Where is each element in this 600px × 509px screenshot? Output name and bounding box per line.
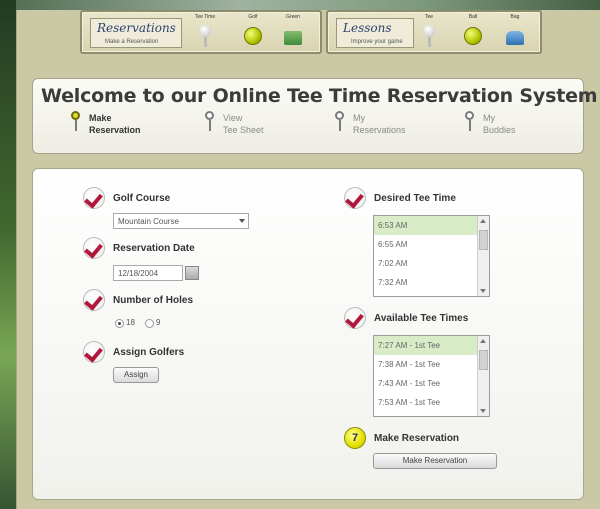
holes-9-label: 9 (156, 318, 161, 327)
golf-ball-icon (244, 27, 262, 45)
checkmark-icon (83, 237, 105, 259)
list-item[interactable]: 7:32 AM (374, 273, 489, 292)
pin-icon (465, 111, 475, 131)
top-icon-caption: Bag (510, 14, 520, 20)
bag-nav-icon[interactable]: Bag (502, 14, 528, 52)
make-reservation-button[interactable]: Make Reservation (373, 453, 497, 469)
reservations-logo[interactable]: Reservations Make a Reservation (90, 18, 182, 48)
lessons-logo-subtitle: Improve your game (351, 39, 403, 45)
available-tee-times-label: Available Tee Times (374, 313, 469, 324)
tee-nav-icon[interactable]: Tee (416, 14, 442, 52)
checkmark-icon (83, 187, 105, 209)
list-item[interactable]: 7:53 AM - 1st Tee (374, 393, 489, 412)
list-item[interactable]: 7:43 AM - 1st Tee (374, 374, 489, 393)
golf-bag-icon (506, 31, 524, 45)
pin-icon (205, 111, 215, 131)
reservation-date-field[interactable]: 12/18/2004 (113, 265, 183, 281)
scroll-up-icon[interactable] (480, 219, 486, 223)
tee-time-nav-icon[interactable]: Tee Time (192, 14, 218, 52)
list-item[interactable]: 7:02 AM (374, 254, 489, 273)
make-reservation-label: Make Reservation (374, 433, 460, 444)
tee-stem (427, 37, 431, 47)
tee-icon (423, 25, 435, 37)
golf-course-select[interactable]: Mountain Course (113, 213, 249, 229)
reservations-logo-subtitle: Make a Reservation (105, 39, 159, 45)
checkmark-icon (344, 187, 366, 209)
scrollbar[interactable] (477, 216, 489, 296)
scroll-down-icon[interactable] (480, 409, 486, 413)
tee-stem (203, 37, 207, 47)
nav-label: View Tee Sheet (223, 113, 264, 135)
scroll-up-icon[interactable] (480, 339, 486, 343)
golf-ball-icon (464, 27, 482, 45)
scroll-thumb[interactable] (479, 230, 488, 250)
reservations-panel: Reservations Make a Reservation Tee Time… (80, 10, 322, 54)
assign-button[interactable]: Assign (113, 367, 159, 383)
top-icon-caption: Tee Time (194, 14, 216, 20)
scroll-down-icon[interactable] (480, 289, 486, 293)
step-badge: 7 (344, 427, 366, 449)
lessons-logo[interactable]: Lessons Improve your game (336, 18, 414, 48)
holes-9-radio[interactable] (145, 319, 154, 328)
lessons-panel: Lessons Improve your game Tee Ball Bag (326, 10, 542, 54)
assign-golfers-label: Assign Golfers (113, 347, 185, 358)
top-icon-caption: Ball (468, 14, 478, 20)
list-item[interactable]: 6:53 AM (374, 216, 489, 235)
reservations-logo-title: Reservations (97, 21, 176, 35)
reservation-date-label: Reservation Date (113, 243, 195, 254)
green-icon (284, 31, 302, 45)
ball-nav-icon[interactable]: Ball (460, 14, 486, 52)
list-item[interactable]: 7:38 AM - 1st Tee (374, 355, 489, 374)
desired-tee-time-label: Desired Tee Time (374, 193, 456, 204)
lessons-logo-title: Lessons (343, 21, 392, 35)
golf-course-value: Mountain Course (118, 217, 179, 226)
page-title: Welcome to our Online Tee Time Reservati… (41, 85, 598, 107)
nav-label: My Reservations (353, 113, 406, 135)
green-nav-icon[interactable]: Green (280, 14, 306, 52)
reservation-form: Golf Course Mountain Course Reservation … (32, 168, 584, 500)
calendar-icon[interactable] (185, 266, 199, 280)
checkmark-icon (344, 307, 366, 329)
scroll-thumb[interactable] (479, 350, 488, 370)
checkmark-icon (83, 289, 105, 311)
golf-course-label: Golf Course (113, 193, 171, 204)
available-tee-times-list[interactable]: 7:27 AM - 1st Tee 7:38 AM - 1st Tee 7:43… (373, 335, 490, 417)
background-trees (0, 0, 16, 509)
golf-nav-icon[interactable]: Golf (240, 14, 266, 52)
chevron-down-icon (239, 219, 245, 223)
holes-18-radio[interactable] (115, 319, 124, 328)
tee-icon (199, 25, 211, 37)
scrollbar[interactable] (477, 336, 489, 416)
top-icon-caption: Green (286, 14, 300, 20)
list-item[interactable]: 6:55 AM (374, 235, 489, 254)
list-item[interactable]: 7:27 AM - 1st Tee (374, 336, 489, 355)
pin-icon (71, 111, 81, 131)
pin-icon (335, 111, 345, 131)
holes-18-label: 18 (126, 318, 135, 327)
desired-tee-time-list[interactable]: 6:53 AM 6:55 AM 7:02 AM 7:32 AM (373, 215, 490, 297)
top-icon-caption: Golf (248, 14, 258, 20)
number-of-holes-label: Number of Holes (113, 295, 194, 306)
nav-label: Make Reservation (89, 113, 141, 135)
checkmark-icon (83, 341, 105, 363)
top-icon-caption: Tee (424, 14, 434, 20)
welcome-header: Welcome to our Online Tee Time Reservati… (32, 78, 598, 154)
nav-label: My Buddies (483, 113, 516, 135)
